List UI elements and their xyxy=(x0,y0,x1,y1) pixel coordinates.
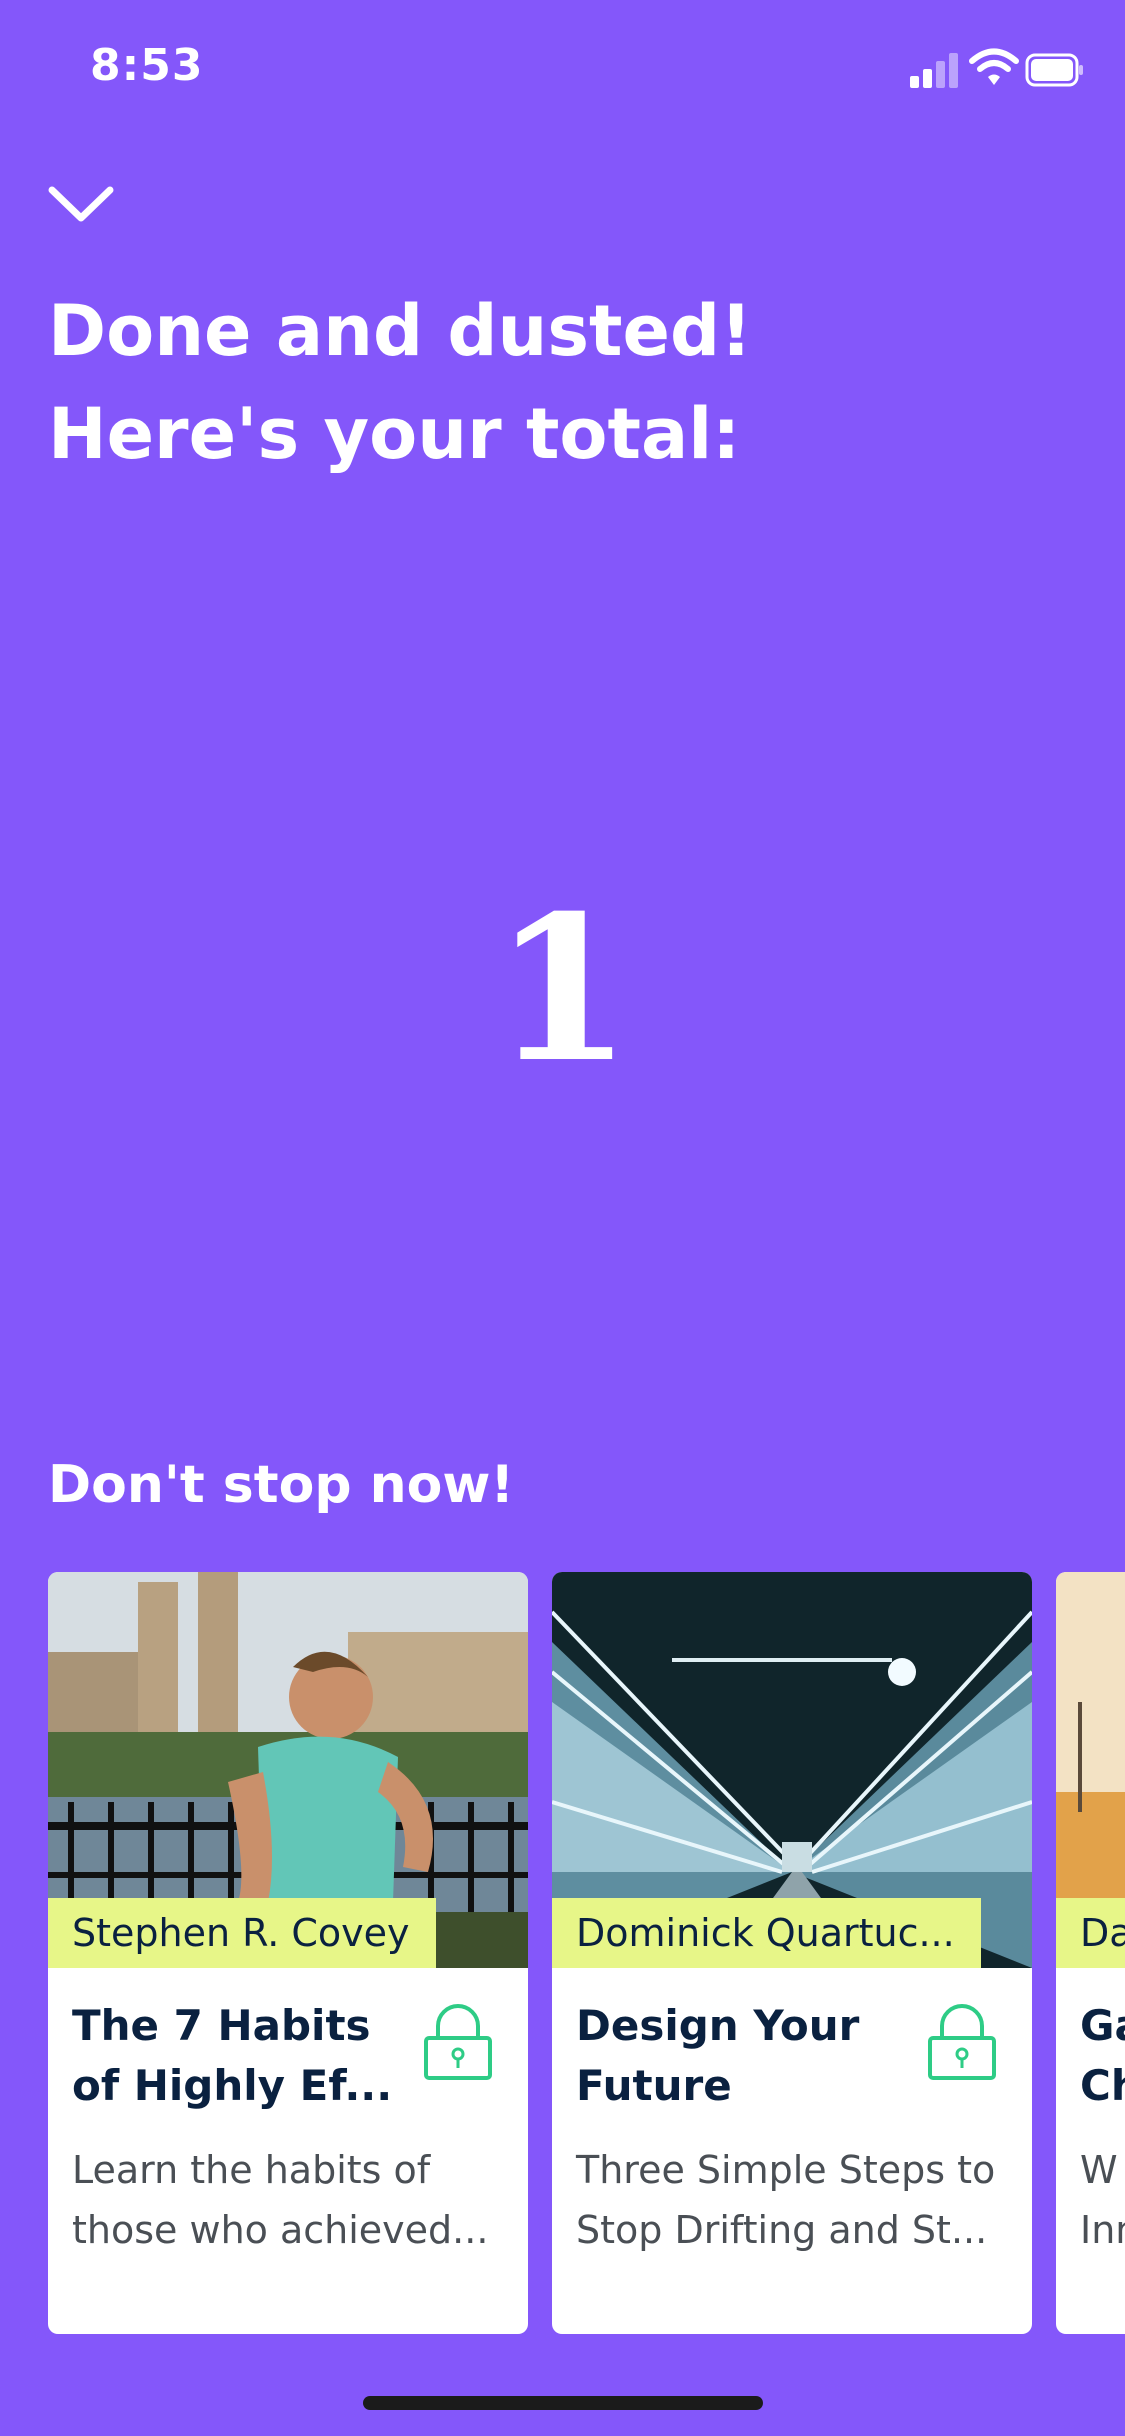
status-icons xyxy=(870,48,1085,96)
lock-icon xyxy=(422,2002,494,2082)
author-chip: Stephen R. Covey xyxy=(48,1898,436,1968)
book-card-design-your-future[interactable]: Dominick Quartuc... Design Your Future T… xyxy=(552,1572,1032,2334)
status-time: 8:53 xyxy=(90,40,204,91)
book-card-7-habits[interactable]: Stephen R. Covey The 7 Habits of Highly … xyxy=(48,1572,528,2334)
book-title: Design Your Future xyxy=(576,2001,860,2110)
book-card-partial[interactable]: Da Ga Ch W Inn xyxy=(1056,1572,1125,2334)
recommendations-carousel[interactable]: Stephen R. Covey The 7 Habits of Highly … xyxy=(48,1572,1125,2334)
status-bar: 8:53 xyxy=(0,0,1125,140)
home-indicator[interactable] xyxy=(363,2396,763,2410)
book-title: Ga Ch xyxy=(1080,2001,1125,2110)
title-line-2: Here's your total: xyxy=(48,393,741,475)
battery-icon xyxy=(1025,53,1083,87)
lock-icon xyxy=(926,2002,998,2082)
author-chip: Da xyxy=(1056,1898,1125,1968)
book-description: Learn the habits of those who achieved..… xyxy=(72,2148,489,2252)
total-value: 1 xyxy=(492,872,633,1107)
cellular-signal-icon xyxy=(910,53,958,88)
title-line-1: Done and dusted! xyxy=(48,290,752,372)
wifi-icon xyxy=(969,48,1019,85)
page-title: Done and dusted! Here's your total: xyxy=(48,280,1048,486)
chevron-down-icon[interactable] xyxy=(48,180,118,230)
book-description: Three Simple Steps to Stop Drifting and … xyxy=(576,2148,996,2252)
book-title: The 7 Habits of Highly Ef... xyxy=(72,2001,393,2110)
author-chip: Dominick Quartuc... xyxy=(552,1898,981,1968)
book-description: W Inn xyxy=(1080,2148,1125,2252)
section-title: Don't stop now! xyxy=(48,1455,515,1515)
